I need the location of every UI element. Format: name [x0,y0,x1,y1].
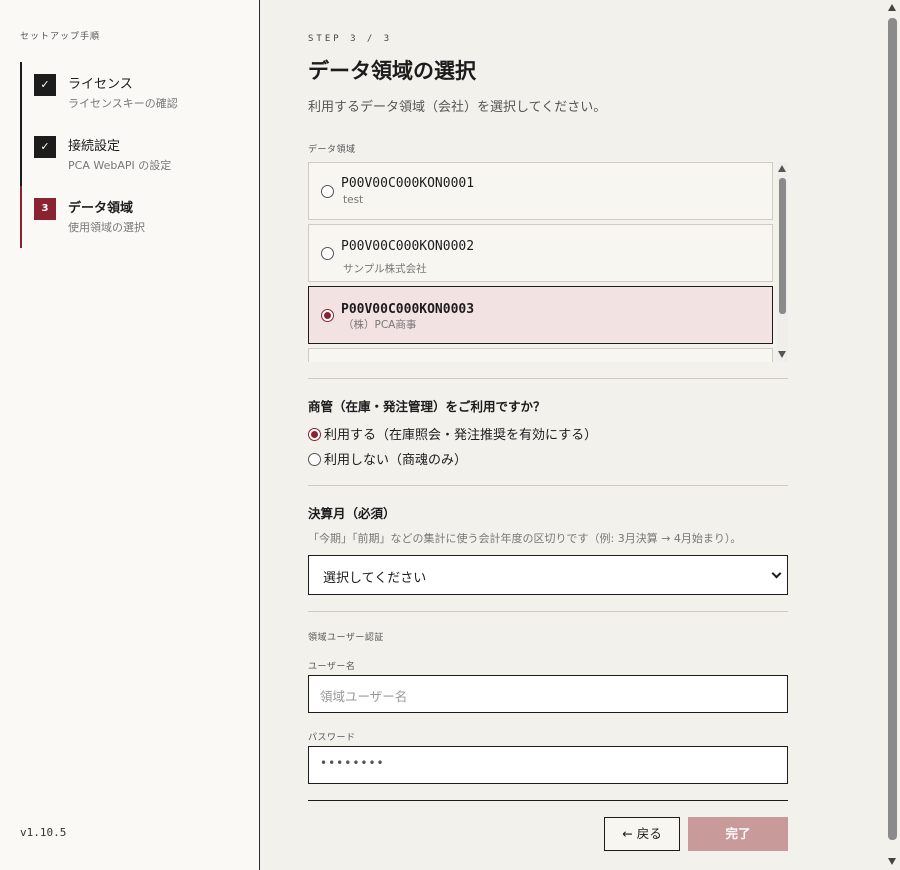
page-scrollbar[interactable] [885,0,900,870]
page-title: データ領域の選択 [308,59,476,83]
username-input[interactable]: 領域ユーザー名 [308,675,788,713]
data-area-name: （株）PCA商事 [343,319,417,331]
step-title: データ領域 [68,201,134,216]
radio-button[interactable] [308,453,321,466]
fiscal-month-select[interactable]: 選択してください [308,555,788,595]
step-subtitle: ライセンスキーの確認 [68,97,178,110]
option-label: 利用しない（商魂のみ） [324,453,468,468]
data-area-code: P00V00C000KON0002 [341,239,475,254]
step-subtitle: 使用領域の選択 [68,221,145,234]
radio-button[interactable] [321,247,334,260]
fiscal-month-hint: 「今期」「前期」などの集計に使う会計年度の区切りです（例: 3月決算 → 4月始… [308,532,742,545]
step-list: ✓ ライセンス ライセンスキーの確認 ✓ 接続設定 PCA WebAPI の設定… [20,62,260,248]
step-number-badge: 3 [34,198,56,220]
scrollbar-thumb[interactable] [779,178,786,314]
radio-button-selected[interactable] [321,309,334,322]
option-label: 利用する（在庫照会・発注推奨を有効にする） [324,428,598,443]
sidebar: セットアップ手順 ✓ ライセンス ライセンスキーの確認 ✓ 接続設定 PCA W… [0,0,260,870]
radio-button-selected[interactable] [308,428,321,441]
divider [308,611,788,612]
data-area-list: P00V00C000KON0001 test P00V00C000KON0002… [308,162,788,362]
inventory-option-use[interactable]: 利用する（在庫照会・発注推奨を有効にする） [308,424,597,443]
data-area-name: サンプル株式会社 [343,263,427,275]
step-title: ライセンス [68,77,133,92]
sidebar-heading: セットアップ手順 [20,32,101,42]
data-area-label: データ領域 [308,145,356,155]
step-indicator: STEP 3 / 3 [308,34,393,44]
data-area-option-partial[interactable] [308,348,773,362]
scrollbar-thumb[interactable] [888,18,897,840]
check-icon: ✓ [34,136,56,158]
version-label: v1.10.5 [20,826,67,839]
step-title: 接続設定 [68,139,121,154]
data-area-code: P00V00C000KON0003 [341,302,475,317]
step-data-area: 3 データ領域 使用領域の選択 [20,186,260,248]
username-label: ユーザー名 [308,662,356,672]
scroll-up-arrow-icon[interactable] [778,165,786,172]
data-area-name: test [343,194,364,206]
password-value: •••••••• [320,756,385,770]
back-button[interactable]: ← 戻る [604,817,680,851]
select-value: 選択してください [323,571,427,586]
password-label: パスワード [308,733,356,743]
check-icon: ✓ [34,74,56,96]
fiscal-month-label: 決算月（必須） [308,506,396,521]
chevron-down-icon [771,568,782,579]
username-placeholder: 領域ユーザー名 [320,689,408,704]
data-area-option-selected[interactable]: P00V00C000KON0003 （株）PCA商事 [308,286,773,344]
inventory-option-no-use[interactable]: 利用しない（商魂のみ） [308,449,467,468]
auth-section-label: 領域ユーザー認証 [308,633,384,643]
step-subtitle: PCA WebAPI の設定 [68,159,172,172]
step-connection: ✓ 接続設定 PCA WebAPI の設定 [20,124,260,186]
data-area-option[interactable]: P00V00C000KON0002 サンプル株式会社 [308,224,773,282]
done-button[interactable]: 完了 [688,817,788,851]
scroll-down-arrow-icon[interactable] [778,351,786,358]
footer-divider [308,800,788,801]
main-panel: STEP 3 / 3 データ領域の選択 利用するデータ領域（会社）を選択してくだ… [260,0,885,870]
page-description: 利用するデータ領域（会社）を選択してください。 [308,100,607,115]
radio-button[interactable] [321,185,334,198]
scroll-up-arrow-icon[interactable] [888,4,896,11]
divider [308,378,788,379]
divider [308,485,788,486]
step-license: ✓ ライセンス ライセンスキーの確認 [20,62,260,124]
inventory-question: 商管（在庫・発注管理）をご利用ですか？ [308,399,546,414]
data-area-code: P00V00C000KON0001 [341,176,475,191]
scroll-down-arrow-icon[interactable] [888,858,896,865]
password-input[interactable]: •••••••• [308,746,788,784]
list-scrollbar[interactable] [777,162,788,362]
data-area-option[interactable]: P00V00C000KON0001 test [308,162,773,220]
